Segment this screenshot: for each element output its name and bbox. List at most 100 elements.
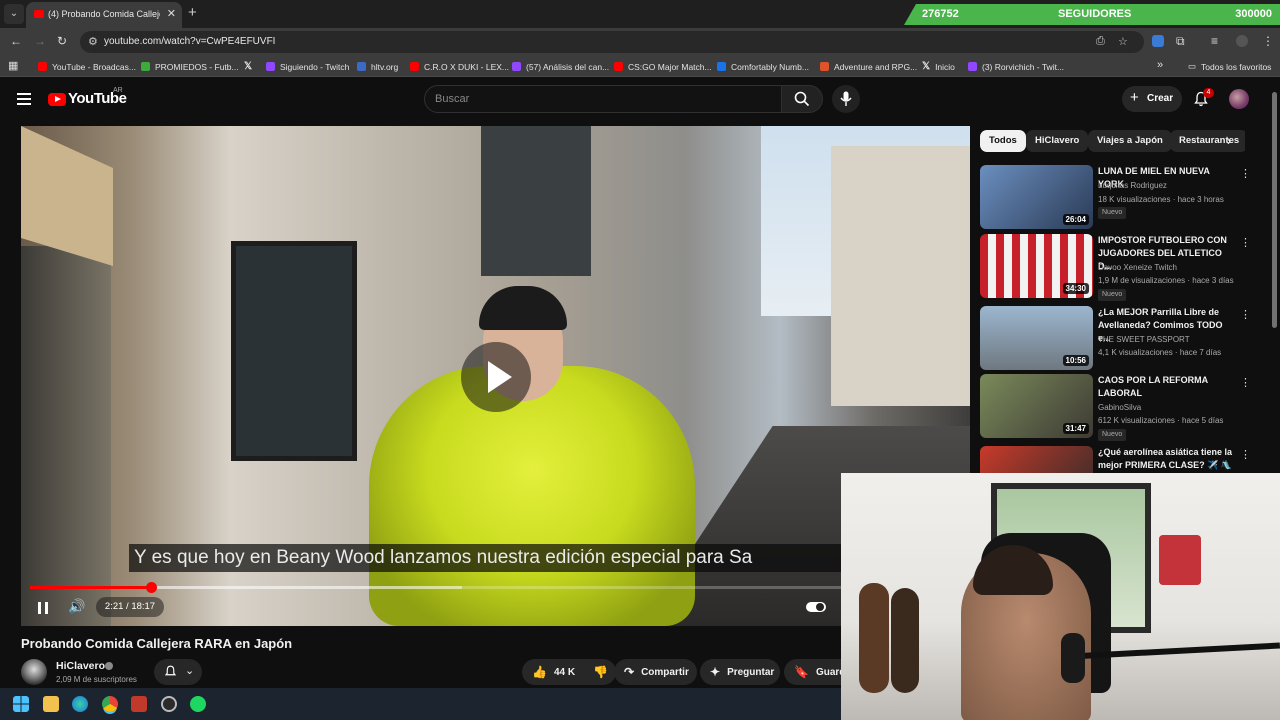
progress-scrubber[interactable] bbox=[146, 582, 158, 593]
streaming-app-icon[interactable] bbox=[131, 696, 147, 712]
windows-start-icon[interactable] bbox=[13, 696, 29, 712]
account-avatar[interactable] bbox=[1229, 89, 1249, 109]
bookmark-favicon-icon bbox=[512, 62, 521, 71]
forward-icon[interactable]: → bbox=[34, 34, 46, 48]
address-toolbar: ← → ↻ ⚙ youtube.com/watch?v=CwPE4EFUVFI … bbox=[0, 28, 1280, 56]
volume-icon[interactable]: 🔊 bbox=[68, 598, 85, 615]
chip-viajes-japon[interactable]: Viajes a Japón bbox=[1088, 130, 1172, 152]
youtube-header: YouTube AR Buscar + Crear 4 bbox=[0, 77, 1280, 122]
obs-icon[interactable] bbox=[161, 696, 177, 712]
bookmark-item[interactable]: (57) Análisis del can... bbox=[512, 59, 609, 74]
page-scrollbar[interactable] bbox=[1272, 92, 1277, 328]
recommendation-item[interactable]: 34:30 IMPOSTOR FUTBOLERO CON JUGADORES D… bbox=[980, 234, 1251, 301]
voice-search-button[interactable] bbox=[832, 85, 860, 113]
large-play-button[interactable] bbox=[461, 342, 531, 412]
media-control-icon[interactable]: ≡ bbox=[1211, 34, 1218, 48]
video-title: Probando Comida Callejera RARA en Japón bbox=[21, 636, 293, 651]
video-thumbnail[interactable]: 26:04 bbox=[980, 165, 1093, 229]
url-bar[interactable]: ⚙ youtube.com/watch?v=CwPE4EFUVFI ⎙ ☆ bbox=[80, 31, 1144, 53]
extensions-puzzle-icon[interactable]: ⧉ bbox=[1176, 34, 1185, 49]
chip-hiclavero[interactable]: HiClavero bbox=[1026, 130, 1089, 152]
like-count[interactable]: 44 K bbox=[554, 667, 575, 678]
recommendation-channel[interactable]: GabinoSilva bbox=[1098, 403, 1141, 412]
recommendation-channel[interactable]: Luquitas Rodriguez bbox=[1098, 181, 1167, 190]
more-actions-icon[interactable]: ⋮ bbox=[1240, 308, 1251, 321]
chrome-icon[interactable] bbox=[102, 696, 118, 712]
all-bookmarks-folder[interactable]: ▭ Todos los favoritos bbox=[1188, 59, 1271, 74]
chips-next-icon[interactable]: › bbox=[1227, 134, 1231, 148]
profile-icon[interactable] bbox=[1236, 35, 1248, 47]
bookmark-item[interactable]: C.R.O X DUKI - LEX... bbox=[410, 59, 509, 74]
close-tab-icon[interactable]: ✕ bbox=[167, 7, 176, 20]
bookmark-star-icon[interactable]: ☆ bbox=[1118, 35, 1128, 48]
create-button[interactable]: + Crear bbox=[1122, 86, 1182, 112]
more-bookmarks-icon[interactable]: » bbox=[1157, 59, 1163, 71]
create-label: Crear bbox=[1147, 93, 1174, 104]
recommendation-item[interactable]: 31:47 CAOS POR LA REFORMA LABORAL Gabino… bbox=[980, 374, 1251, 441]
bookmark-item[interactable]: Siguiendo - Twitch bbox=[266, 59, 349, 74]
bookmark-favicon-icon bbox=[38, 62, 47, 71]
recommendation-item[interactable]: 10:56 ¿La MEJOR Parrilla Libre de Avella… bbox=[980, 306, 1251, 372]
bookmark-item[interactable]: PROMIEDOS - Futb... bbox=[141, 59, 239, 74]
bookmark-item[interactable]: Comfortably Numb... bbox=[717, 59, 809, 74]
install-app-icon[interactable]: ⎙ bbox=[1096, 35, 1105, 48]
recommendation-item[interactable]: 26:04 LUNA DE MIEL EN NUEVA YORK Luquita… bbox=[980, 165, 1251, 231]
bookmark-item[interactable]: YouTube - Broadcas... bbox=[38, 59, 136, 74]
recommendation-title[interactable]: ¿Qué aerolínea asiática tiene la mejor P… bbox=[1098, 446, 1236, 472]
bookmark-item[interactable]: hltv.org bbox=[357, 59, 398, 74]
search-input[interactable]: Buscar bbox=[424, 85, 782, 113]
video-thumbnail[interactable]: 34:30 bbox=[980, 234, 1093, 298]
more-actions-icon[interactable]: ⋮ bbox=[1240, 236, 1251, 249]
bookmark-item[interactable]: 𝕏 Inicio bbox=[922, 59, 955, 74]
like-icon[interactable]: 👍 bbox=[532, 665, 547, 679]
chip-restaurantes[interactable]: Restaurantes bbox=[1170, 130, 1245, 152]
browser-menu-icon[interactable]: ⋮ bbox=[1262, 34, 1274, 48]
file-explorer-icon[interactable] bbox=[43, 696, 59, 712]
browser-tab-active[interactable]: (4) Probando Comida Callejera RARA en Ja… bbox=[26, 2, 182, 28]
video-player[interactable]: Y es que hoy en Beany Wood lanzamos nues… bbox=[21, 126, 970, 626]
guide-menu-icon[interactable] bbox=[17, 93, 31, 105]
video-thumbnail[interactable]: 10:56 bbox=[980, 306, 1093, 370]
autoplay-toggle[interactable] bbox=[806, 602, 826, 612]
video-thumbnail[interactable]: 31:47 bbox=[980, 374, 1093, 438]
recommendation-item[interactable]: ¿Qué aerolínea asiática tiene la mejor P… bbox=[980, 446, 1250, 473]
apps-grid-icon[interactable]: ▦ bbox=[8, 59, 18, 72]
recommendation-meta: 612 K visualizaciones · hace 5 días bbox=[1098, 416, 1224, 425]
bookmark-item[interactable]: CS:GO Major Match... bbox=[614, 59, 712, 74]
save-button[interactable]: 🔖 Guardar bbox=[784, 659, 841, 685]
extension-icon[interactable] bbox=[1152, 35, 1164, 47]
more-actions-icon[interactable]: ⋮ bbox=[1240, 376, 1251, 389]
back-icon[interactable]: ← bbox=[10, 34, 22, 48]
bookmark-item[interactable]: Adventure and RPG... bbox=[820, 59, 917, 74]
progress-bar[interactable] bbox=[30, 582, 970, 593]
chip-todos[interactable]: Todos bbox=[980, 130, 1026, 152]
spotify-icon[interactable] bbox=[190, 696, 206, 712]
youtube-logo-icon[interactable] bbox=[48, 93, 66, 106]
ask-button[interactable]: ✦ Preguntar bbox=[700, 659, 780, 685]
recommendation-channel[interactable]: THE SWEET PASSPORT bbox=[1098, 335, 1190, 344]
save-label: Guardar bbox=[815, 666, 841, 678]
channel-avatar[interactable] bbox=[21, 659, 47, 685]
video-thumbnail[interactable] bbox=[980, 446, 1093, 473]
pause-button[interactable] bbox=[38, 602, 48, 614]
subscription-bell-button[interactable]: ⌄ bbox=[154, 659, 202, 685]
bookmark-item[interactable]: (3) Rorvichich - Twit... bbox=[968, 59, 1064, 74]
save-playlist-icon: 🔖 bbox=[794, 665, 809, 679]
more-actions-icon[interactable]: ⋮ bbox=[1240, 167, 1251, 180]
new-tab-icon[interactable]: + bbox=[188, 4, 197, 21]
tab-search-icon[interactable]: ⌄ bbox=[4, 4, 24, 24]
channel-name[interactable]: HiClavero bbox=[56, 660, 105, 672]
url-text[interactable]: youtube.com/watch?v=CwPE4EFUVFI bbox=[104, 36, 275, 47]
more-actions-icon[interactable]: ⋮ bbox=[1240, 448, 1250, 461]
bookmark-item[interactable]: 𝕏 bbox=[244, 59, 252, 74]
recommendation-title[interactable]: CAOS POR LA REFORMA LABORAL bbox=[1098, 374, 1236, 400]
new-badge: Nuevo bbox=[1098, 289, 1127, 301]
search-button[interactable] bbox=[781, 85, 823, 113]
webcam-guitar bbox=[891, 588, 919, 693]
dislike-icon[interactable]: 👎 bbox=[593, 665, 608, 679]
reload-icon[interactable]: ↻ bbox=[57, 34, 67, 48]
edge-browser-icon[interactable] bbox=[72, 696, 88, 712]
recommendation-channel[interactable]: Davoo Xeneize Twitch bbox=[1098, 263, 1177, 272]
share-button[interactable]: ↷ Compartir bbox=[614, 659, 697, 685]
site-info-icon[interactable]: ⚙ bbox=[88, 35, 98, 48]
